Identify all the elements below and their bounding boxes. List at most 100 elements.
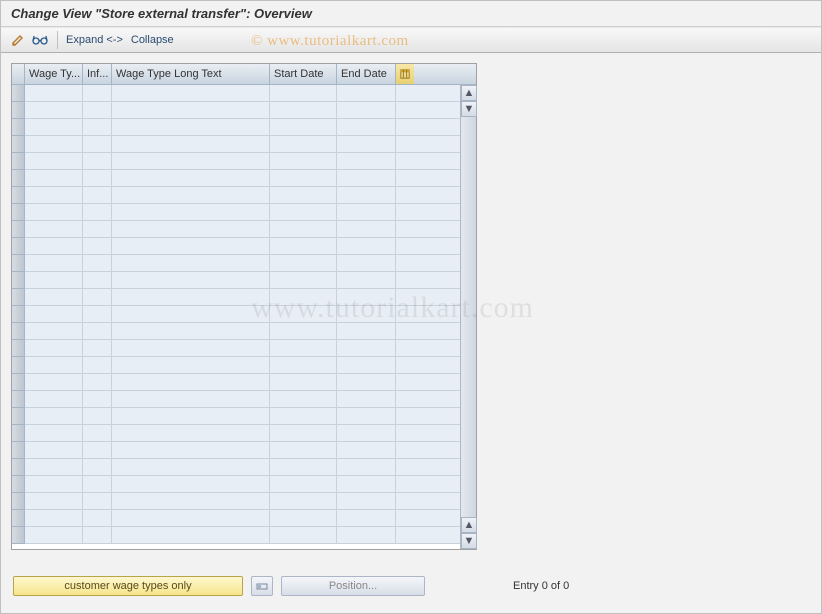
cell[interactable]: [337, 510, 396, 527]
cell[interactable]: [270, 85, 337, 102]
cell[interactable]: [270, 153, 337, 170]
cell[interactable]: [112, 289, 270, 306]
row-selector[interactable]: [12, 493, 25, 510]
cell[interactable]: [112, 170, 270, 187]
position-icon-button[interactable]: [251, 576, 273, 596]
row-selector[interactable]: [12, 238, 25, 255]
cell[interactable]: [25, 340, 83, 357]
column-header-end-date[interactable]: End Date: [337, 64, 396, 84]
row-selector[interactable]: [12, 102, 25, 119]
configure-columns-icon[interactable]: [396, 64, 414, 84]
cell[interactable]: [25, 527, 83, 544]
cell[interactable]: [25, 289, 83, 306]
row-selector[interactable]: [12, 272, 25, 289]
cell[interactable]: [337, 136, 396, 153]
table-row[interactable]: [12, 425, 460, 442]
cell[interactable]: [270, 357, 337, 374]
table-row[interactable]: [12, 170, 460, 187]
row-selector[interactable]: [12, 357, 25, 374]
cell[interactable]: [270, 510, 337, 527]
cell[interactable]: [112, 187, 270, 204]
cell[interactable]: [83, 408, 112, 425]
cell[interactable]: [25, 221, 83, 238]
cell[interactable]: [112, 85, 270, 102]
cell[interactable]: [25, 102, 83, 119]
cell[interactable]: [83, 136, 112, 153]
row-selector[interactable]: [12, 255, 25, 272]
cell[interactable]: [337, 476, 396, 493]
row-selector[interactable]: [12, 391, 25, 408]
cell[interactable]: [337, 442, 396, 459]
table-row[interactable]: [12, 136, 460, 153]
cell[interactable]: [337, 357, 396, 374]
table-row[interactable]: [12, 255, 460, 272]
glasses-icon[interactable]: [31, 31, 49, 49]
cell[interactable]: [83, 340, 112, 357]
cell[interactable]: [112, 119, 270, 136]
cell[interactable]: [112, 272, 270, 289]
table-row[interactable]: [12, 85, 460, 102]
cell[interactable]: [112, 136, 270, 153]
row-selector[interactable]: [12, 187, 25, 204]
cell[interactable]: [270, 374, 337, 391]
cell[interactable]: [112, 153, 270, 170]
cell[interactable]: [25, 425, 83, 442]
cell[interactable]: [83, 272, 112, 289]
customer-wage-types-button[interactable]: customer wage types only: [13, 576, 243, 596]
cell[interactable]: [337, 119, 396, 136]
row-selector[interactable]: [12, 510, 25, 527]
table-row[interactable]: [12, 391, 460, 408]
column-header-inf[interactable]: Inf...: [83, 64, 112, 84]
row-selector[interactable]: [12, 408, 25, 425]
cell[interactable]: [337, 187, 396, 204]
cell[interactable]: [25, 255, 83, 272]
cell[interactable]: [337, 408, 396, 425]
cell[interactable]: [270, 408, 337, 425]
edit-icon[interactable]: [9, 31, 27, 49]
cell[interactable]: [112, 442, 270, 459]
cell[interactable]: [337, 221, 396, 238]
table-row[interactable]: [12, 493, 460, 510]
row-selector[interactable]: [12, 153, 25, 170]
cell[interactable]: [83, 238, 112, 255]
vertical-scrollbar[interactable]: ▲ ▼ ▲ ▼: [460, 85, 476, 549]
expand-button[interactable]: Expand <->: [66, 34, 123, 46]
column-header-start-date[interactable]: Start Date: [270, 64, 337, 84]
cell[interactable]: [25, 136, 83, 153]
cell[interactable]: [25, 187, 83, 204]
cell[interactable]: [83, 493, 112, 510]
cell[interactable]: [270, 459, 337, 476]
cell[interactable]: [83, 391, 112, 408]
cell[interactable]: [112, 221, 270, 238]
row-selector[interactable]: [12, 221, 25, 238]
cell[interactable]: [112, 493, 270, 510]
row-selector-header[interactable]: [12, 64, 25, 84]
table-row[interactable]: [12, 374, 460, 391]
cell[interactable]: [83, 527, 112, 544]
cell[interactable]: [112, 476, 270, 493]
cell[interactable]: [337, 425, 396, 442]
cell[interactable]: [83, 85, 112, 102]
cell[interactable]: [112, 102, 270, 119]
row-selector[interactable]: [12, 289, 25, 306]
cell[interactable]: [337, 527, 396, 544]
cell[interactable]: [25, 476, 83, 493]
cell[interactable]: [337, 493, 396, 510]
cell[interactable]: [337, 272, 396, 289]
cell[interactable]: [25, 85, 83, 102]
scroll-up-icon[interactable]: ▲: [461, 85, 477, 101]
cell[interactable]: [83, 374, 112, 391]
cell[interactable]: [25, 306, 83, 323]
cell[interactable]: [337, 170, 396, 187]
row-selector[interactable]: [12, 136, 25, 153]
row-selector[interactable]: [12, 476, 25, 493]
cell[interactable]: [270, 221, 337, 238]
table-row[interactable]: [12, 442, 460, 459]
cell[interactable]: [25, 391, 83, 408]
cell[interactable]: [25, 323, 83, 340]
table-row[interactable]: [12, 102, 460, 119]
collapse-button[interactable]: Collapse: [131, 34, 174, 46]
cell[interactable]: [25, 357, 83, 374]
table-row[interactable]: [12, 459, 460, 476]
cell[interactable]: [83, 289, 112, 306]
